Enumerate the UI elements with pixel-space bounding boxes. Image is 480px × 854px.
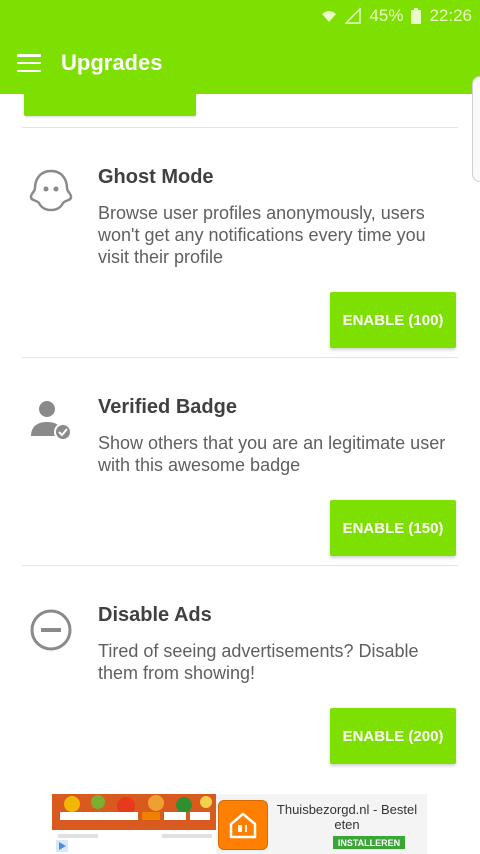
upgrades-list[interactable]: Ghost Mode Browse user profiles anonymou… [0,94,480,794]
upgrade-description: Tired of seeing advertisements? Disable … [98,641,419,683]
page-title: Upgrades [61,50,163,75]
upgrade-title: Disable Ads [98,604,212,626]
upgrade-description: Browse user profiles anonymously, users … [98,203,426,267]
ghost-icon [27,166,75,214]
enable-disable-ads-button[interactable]: ENABLE (200) [330,708,456,764]
ad-install-button[interactable]: INSTALLEREN [333,836,405,849]
enable-ghost-mode-button[interactable]: ENABLE (100) [330,292,456,348]
ad-screenshot [52,794,216,854]
battery-percent: 45% [369,6,404,25]
upgrade-description: Show others that you are an legitimate u… [98,433,446,475]
scroll-overlay-edge [472,76,480,182]
verified-user-icon [27,396,75,444]
divider [22,357,458,358]
upgrade-title: Ghost Mode [98,166,214,188]
ad-title: Thuisbezorgd.nl - Bestel eten [276,802,418,832]
divider [22,127,458,128]
ad-banner[interactable]: Thuisbezorgd.nl - Bestel eten INSTALLERE… [52,794,427,854]
wifi-icon [321,8,337,24]
clock: 22:26 [429,6,472,25]
enable-verified-badge-button[interactable]: ENABLE (150) [330,500,456,556]
toolbar: Upgrades [0,32,480,94]
get-more-credits-button[interactable] [24,94,196,116]
status-bar: 45% 22:26 [0,0,480,32]
menu-icon[interactable] [17,54,41,72]
minus-circle-icon [27,606,75,654]
upgrade-title: Verified Badge [98,396,237,418]
ad-app-logo [218,800,268,850]
signal-icon [345,8,362,24]
battery-icon [411,8,422,24]
divider [22,565,458,566]
